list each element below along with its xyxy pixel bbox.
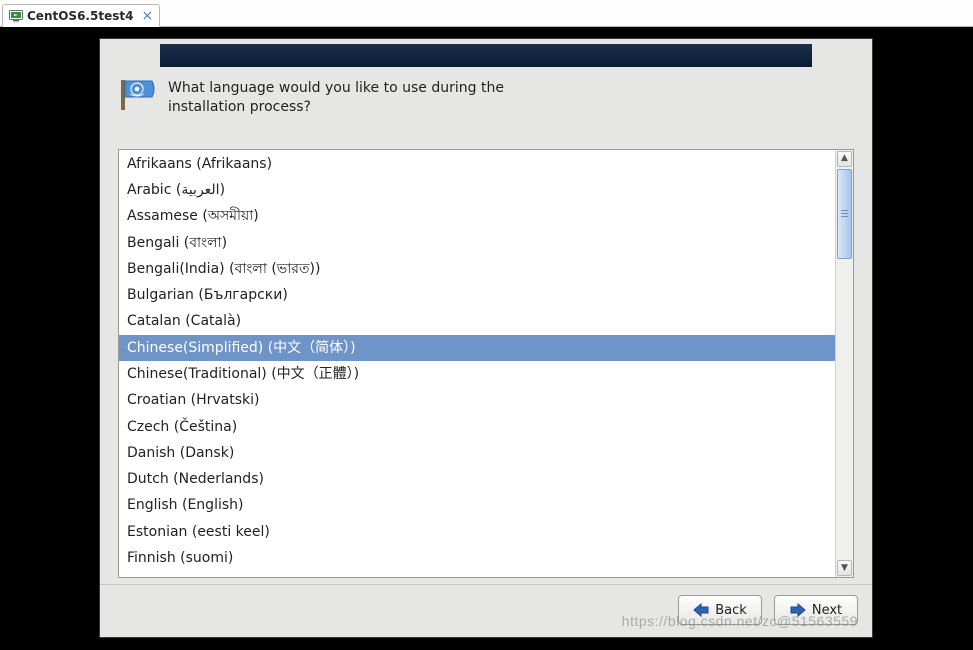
language-option[interactable]: French (Français): [119, 571, 835, 577]
language-option[interactable]: Dutch (Nederlands): [119, 466, 835, 492]
language-option[interactable]: Bulgarian (Български): [119, 282, 835, 308]
language-option[interactable]: Afrikaans (Afrikaans): [119, 151, 835, 177]
vm-tab[interactable]: CentOS6.5test4 ×: [2, 4, 160, 27]
language-option[interactable]: Bengali(India) (বাংলা (ভারত)): [119, 256, 835, 282]
scroll-thumb[interactable]: [837, 169, 852, 259]
prompt-line-1: What language would you like to use duri…: [168, 79, 504, 98]
scroll-up-button[interactable]: ▲: [837, 151, 852, 167]
prompt-line-2: installation process?: [168, 98, 504, 117]
chevron-up-icon: ▲: [841, 154, 848, 163]
vm-console-icon: [9, 9, 23, 23]
next-button[interactable]: Next: [774, 595, 858, 625]
arrow-right-icon: [790, 603, 806, 617]
language-option[interactable]: Danish (Dansk): [119, 440, 835, 466]
language-option[interactable]: Catalan (Català): [119, 308, 835, 334]
language-list[interactable]: Afrikaans (Afrikaans)Arabic (العربية)Ass…: [119, 150, 835, 577]
language-option[interactable]: Arabic (العربية): [119, 177, 835, 203]
language-option[interactable]: Chinese(Traditional) (中文（正體）): [119, 361, 835, 387]
language-option[interactable]: Estonian (eesti keel): [119, 519, 835, 545]
un-flag-icon: [118, 77, 158, 113]
back-label: Back: [715, 603, 747, 618]
language-option[interactable]: Finnish (suomi): [119, 545, 835, 571]
installer-header-bar: [160, 44, 812, 67]
language-option[interactable]: Assamese (অসমীয়া): [119, 203, 835, 229]
tab-bar: CentOS6.5test4 ×: [0, 0, 973, 27]
prompt-text: What language would you like to use duri…: [168, 77, 504, 117]
prompt-row: What language would you like to use duri…: [100, 77, 872, 127]
language-list-container: Afrikaans (Afrikaans)Arabic (العربية)Ass…: [118, 149, 854, 578]
back-button[interactable]: Back: [678, 595, 762, 625]
installer-window: What language would you like to use duri…: [99, 38, 873, 638]
chevron-down-icon: ▼: [841, 564, 848, 573]
arrow-left-icon: [693, 603, 709, 617]
language-option[interactable]: Chinese(Simplified) (中文（简体）): [119, 335, 835, 361]
next-label: Next: [812, 603, 842, 618]
scrollbar[interactable]: ▲ ▼: [835, 150, 853, 577]
scroll-down-button[interactable]: ▼: [837, 560, 852, 576]
button-row: Back Next: [100, 584, 872, 637]
close-icon[interactable]: ×: [141, 9, 153, 23]
tab-title: CentOS6.5test4: [27, 9, 133, 23]
language-option[interactable]: Bengali (বাংলা): [119, 230, 835, 256]
language-option[interactable]: English (English): [119, 492, 835, 518]
vm-display: What language would you like to use duri…: [0, 27, 973, 650]
language-option[interactable]: Croatian (Hrvatski): [119, 387, 835, 413]
language-option[interactable]: Czech (Čeština): [119, 414, 835, 440]
